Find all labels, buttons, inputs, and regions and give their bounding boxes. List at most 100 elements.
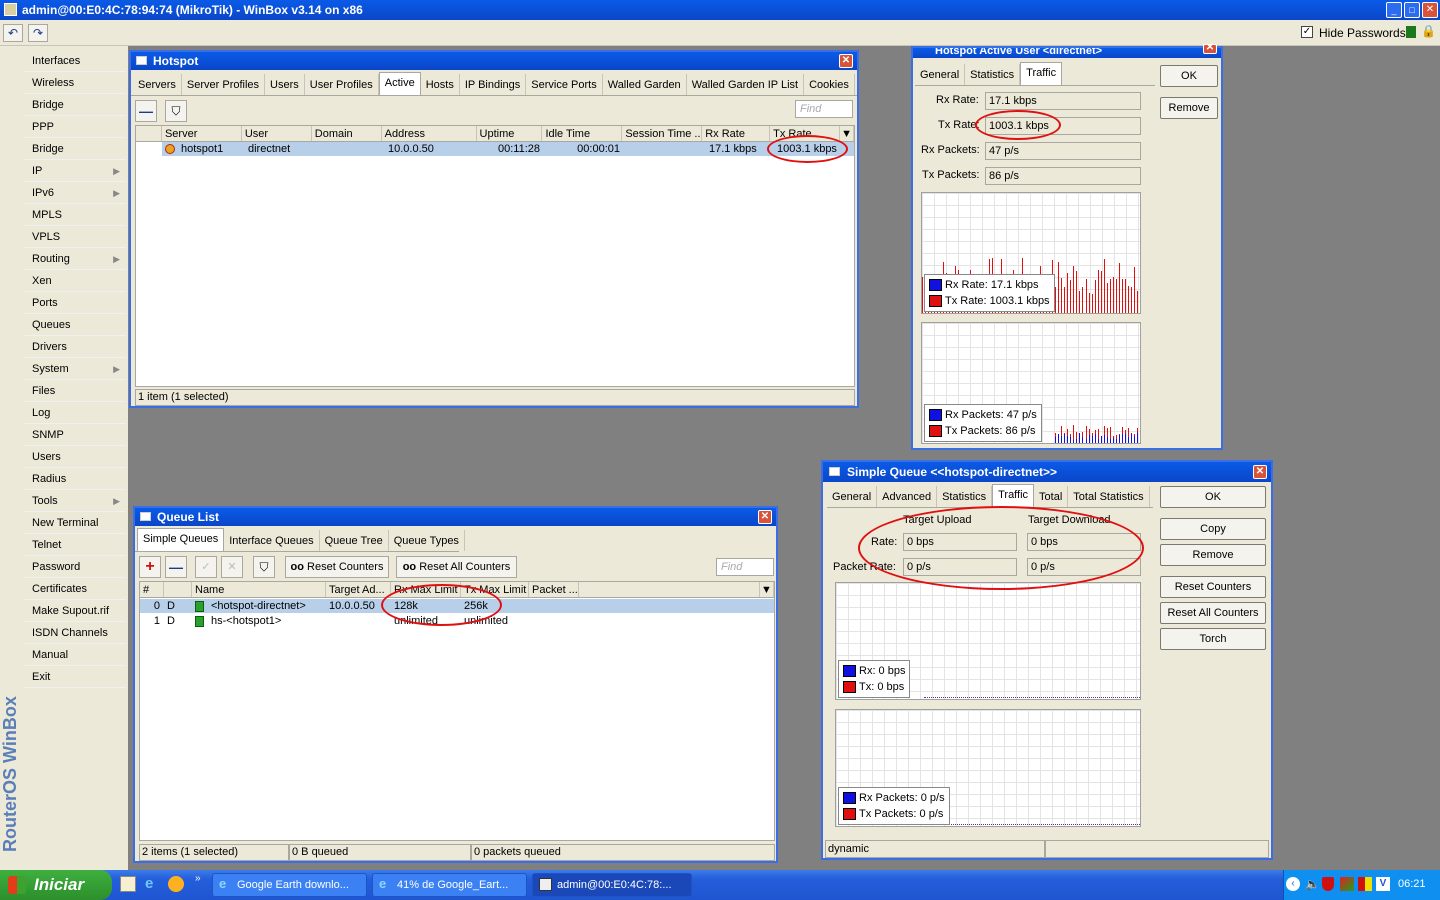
close-icon[interactable]: ✕ bbox=[758, 510, 772, 524]
active-user-tab-traffic[interactable]: Traffic bbox=[1020, 62, 1063, 85]
sidebar-item-new-terminal[interactable]: New Terminal bbox=[24, 512, 126, 534]
column-header[interactable]: Target Ad... bbox=[326, 582, 391, 597]
column-header[interactable]: Name bbox=[192, 582, 326, 597]
column-header[interactable]: Domain bbox=[312, 126, 382, 141]
sidebar-item-system[interactable]: System ▶ bbox=[24, 358, 126, 380]
close-icon[interactable]: ✕ bbox=[1253, 465, 1267, 479]
sidebar-item-routing[interactable]: Routing ▶ bbox=[24, 248, 126, 270]
queue-tab-simple-queues[interactable]: Simple Queues bbox=[137, 528, 225, 551]
find-input[interactable]: Find bbox=[716, 558, 774, 576]
flag-icon[interactable] bbox=[1358, 877, 1372, 891]
active-user-tab-statistics[interactable]: Statistics bbox=[965, 64, 1021, 85]
simple-queue-tab-general[interactable]: General bbox=[827, 486, 878, 507]
sidebar-item-password[interactable]: Password bbox=[24, 556, 126, 578]
hotspot-tab-ip-bindings[interactable]: IP Bindings bbox=[460, 74, 527, 95]
hotspot-tab-servers[interactable]: Servers bbox=[133, 74, 182, 95]
hotspot-tab-walled-garden[interactable]: Walled Garden bbox=[603, 74, 687, 95]
sidebar-item-vpls[interactable]: VPLS bbox=[24, 226, 126, 248]
column-header[interactable]: Session Time ... bbox=[622, 126, 703, 141]
quicklaunch-notepad-icon[interactable] bbox=[120, 876, 136, 892]
simple-queue-tab-total-statistics[interactable]: Total Statistics bbox=[1068, 486, 1150, 507]
volume-icon[interactable]: 🔈 bbox=[1305, 877, 1320, 891]
enable-button[interactable]: ✓ bbox=[195, 556, 217, 578]
quicklaunch-ie-icon[interactable]: e bbox=[145, 875, 163, 893]
queue-tab-queue-types[interactable]: Queue Types bbox=[389, 530, 465, 551]
ok-button[interactable]: OK bbox=[1160, 65, 1218, 87]
undo-button[interactable]: ↶ bbox=[3, 24, 23, 42]
close-icon[interactable]: ✕ bbox=[1203, 43, 1217, 54]
column-header[interactable]: Packet ... bbox=[529, 582, 579, 597]
quicklaunch-messenger-icon[interactable] bbox=[168, 876, 184, 892]
remove-button[interactable]: Remove bbox=[1160, 97, 1218, 119]
hotspot-tab-active[interactable]: Active bbox=[378, 72, 421, 95]
sidebar-item-files[interactable]: Files bbox=[24, 380, 126, 402]
column-header[interactable]: Address bbox=[382, 126, 477, 141]
hide-passwords-checkbox[interactable]: ✓ bbox=[1301, 26, 1313, 38]
sidebar-item-ppp[interactable]: PPP bbox=[24, 116, 126, 138]
sidebar-item-log[interactable]: Log bbox=[24, 402, 126, 424]
taskbar-task[interactable]: e Google Earth downlo... bbox=[212, 873, 367, 897]
sidebar-item-snmp[interactable]: SNMP bbox=[24, 424, 126, 446]
sidebar-item-interfaces[interactable]: Interfaces bbox=[24, 50, 126, 72]
torch-button[interactable]: Torch bbox=[1160, 628, 1266, 650]
antivirus-icon[interactable]: V bbox=[1376, 877, 1390, 891]
reset-counters-button[interactable]: oo Reset Counters bbox=[285, 556, 389, 578]
column-header[interactable]: Uptime bbox=[477, 126, 543, 141]
reset-all-counters-button[interactable]: oo Reset All Counters bbox=[396, 556, 517, 578]
sidebar-item-isdn-channels[interactable]: ISDN Channels bbox=[24, 622, 126, 644]
sidebar-item-bridge[interactable]: Bridge bbox=[24, 94, 126, 116]
column-menu-icon[interactable]: ▼ bbox=[840, 126, 855, 141]
sidebar-item-mpls[interactable]: MPLS bbox=[24, 204, 126, 226]
sidebar-item-telnet[interactable]: Telnet bbox=[24, 534, 126, 556]
sidebar-item-manual[interactable]: Manual bbox=[24, 644, 126, 666]
hotspot-tab-walled-garden-ip-list[interactable]: Walled Garden IP List bbox=[687, 74, 805, 95]
maximize-icon[interactable]: □ bbox=[1404, 2, 1420, 18]
find-input[interactable]: Find bbox=[795, 100, 853, 118]
sidebar-item-radius[interactable]: Radius bbox=[24, 468, 126, 490]
disable-button[interactable]: ✕ bbox=[221, 556, 243, 578]
minimize-icon[interactable]: _ bbox=[1386, 2, 1402, 18]
sidebar-item-make-supout-rif[interactable]: Make Supout.rif bbox=[24, 600, 126, 622]
hotspot-tab-hosts[interactable]: Hosts bbox=[421, 74, 460, 95]
column-header[interactable]: # bbox=[140, 582, 164, 597]
simple-queue-tab-advanced[interactable]: Advanced bbox=[877, 486, 938, 507]
sidebar-item-queues[interactable]: Queues bbox=[24, 314, 126, 336]
sidebar-item-wireless[interactable]: Wireless bbox=[24, 72, 126, 94]
filter-button[interactable]: ⛉ bbox=[165, 100, 187, 122]
remove-button[interactable]: Remove bbox=[1160, 544, 1266, 566]
taskbar-task[interactable]: admin@00:E0:4C:78:... bbox=[532, 873, 692, 897]
column-menu-icon[interactable]: ▼ bbox=[760, 582, 774, 597]
column-header[interactable]: User bbox=[242, 126, 312, 141]
reset-counters-button[interactable]: Reset Counters bbox=[1160, 576, 1266, 598]
simple-queue-tab-traffic[interactable]: Traffic bbox=[992, 484, 1035, 507]
column-header[interactable]: Server bbox=[162, 126, 242, 141]
sidebar-item-tools[interactable]: Tools ▶ bbox=[24, 490, 126, 512]
copy-button[interactable]: Copy bbox=[1160, 518, 1266, 540]
sidebar-item-certificates[interactable]: Certificates bbox=[24, 578, 126, 600]
add-button[interactable]: + bbox=[139, 556, 161, 578]
column-header[interactable]: Rx Rate bbox=[702, 126, 771, 141]
hotspot-tab-user-profiles[interactable]: User Profiles bbox=[305, 74, 379, 95]
hotspot-tab-cookies[interactable]: Cookies bbox=[804, 74, 855, 95]
sidebar-item-ipv6[interactable]: IPv6 ▶ bbox=[24, 182, 126, 204]
queue-tab-queue-tree[interactable]: Queue Tree bbox=[320, 530, 389, 551]
column-header[interactable] bbox=[164, 582, 192, 597]
reset-all-counters-button[interactable]: Reset All Counters bbox=[1160, 602, 1266, 624]
hotspot-tab-users[interactable]: Users bbox=[265, 74, 305, 95]
close-icon[interactable]: ✕ bbox=[839, 54, 853, 68]
remove-button[interactable]: — bbox=[165, 556, 187, 578]
simple-queue-tab-statistics[interactable]: Statistics bbox=[937, 486, 993, 507]
hotspot-tab-service-ports[interactable]: Service Ports bbox=[526, 74, 603, 95]
redo-button[interactable]: ↷ bbox=[28, 24, 48, 42]
hotspot-tab-server-profiles[interactable]: Server Profiles bbox=[182, 74, 266, 95]
sidebar-item-bridge[interactable]: Bridge bbox=[24, 138, 126, 160]
ok-button[interactable]: OK bbox=[1160, 486, 1266, 508]
tray-expand-icon[interactable]: ‹ bbox=[1286, 877, 1300, 891]
close-icon[interactable]: ✕ bbox=[1422, 2, 1438, 18]
filter-button[interactable]: ⛉ bbox=[253, 556, 275, 578]
column-header[interactable]: Idle Time bbox=[542, 126, 623, 141]
queue-tab-interface-queues[interactable]: Interface Queues bbox=[224, 530, 320, 551]
quicklaunch-expand-icon[interactable]: » bbox=[195, 873, 201, 884]
sidebar-item-ports[interactable]: Ports bbox=[24, 292, 126, 314]
table-row[interactable]: hotspot1 directnet 10.0.0.50 00:11:28 00:00:… bbox=[162, 142, 854, 156]
